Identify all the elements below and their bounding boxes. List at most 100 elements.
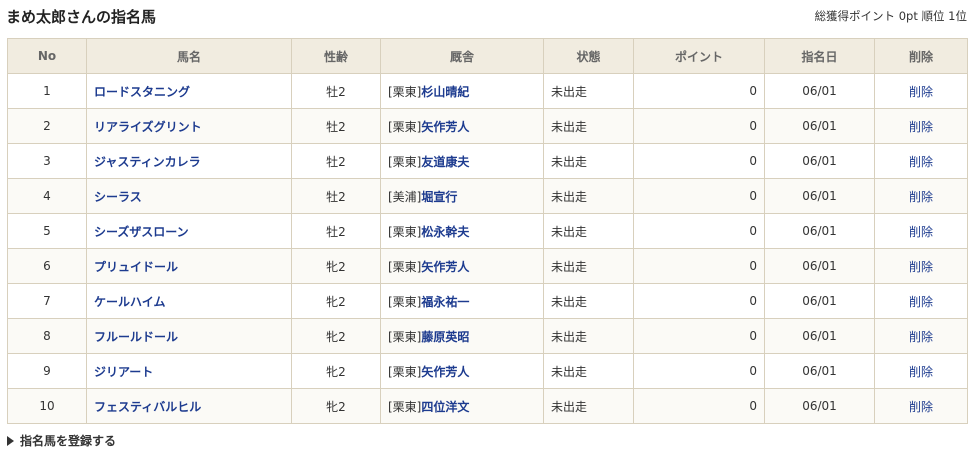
stable-region: [栗東] <box>388 259 422 274</box>
nominate-date: 06/01 <box>764 353 875 389</box>
rank-value: 1位 <box>948 9 967 23</box>
table-row: 7 ケールハイム 牝2 [栗東]福永祐一 未出走 0 06/01 削除 <box>7 283 968 319</box>
delete-link[interactable]: 削除 <box>909 400 933 414</box>
row-number: 9 <box>7 353 87 389</box>
horse-name-cell: ジャスティンカレラ <box>86 143 292 179</box>
status: 未出走 <box>543 388 634 424</box>
page-header: まめ太郎さんの指名馬 総獲得ポイント 0pt 順位 1位 <box>0 0 975 34</box>
trainer-link[interactable]: 四位洋文 <box>421 400 469 414</box>
trainer-link[interactable]: 友道康夫 <box>421 155 469 169</box>
status: 未出走 <box>543 283 634 319</box>
row-number: 5 <box>7 213 87 249</box>
trainer-link[interactable]: 杉山晴紀 <box>421 85 469 99</box>
points: 0 <box>633 143 765 179</box>
delete-cell: 削除 <box>874 283 968 319</box>
stable-region: [美浦] <box>388 189 422 204</box>
horse-name-link[interactable]: ロードスタニング <box>94 85 190 99</box>
delete-link[interactable]: 削除 <box>909 190 933 204</box>
stable-cell: [栗東]友道康夫 <box>380 143 544 179</box>
sex-age: 牡2 <box>291 178 381 214</box>
trainer-link[interactable]: 矢作芳人 <box>421 365 469 379</box>
delete-cell: 削除 <box>874 353 968 389</box>
delete-link[interactable]: 削除 <box>909 365 933 379</box>
horse-name-link[interactable]: ケールハイム <box>94 295 166 309</box>
horse-name-cell: シーラス <box>86 178 292 214</box>
nominate-date: 06/01 <box>764 143 875 179</box>
nominate-date: 06/01 <box>764 178 875 214</box>
points: 0 <box>633 213 765 249</box>
horse-name-link[interactable]: ジリアート <box>94 365 153 379</box>
horse-name-link[interactable]: フェスティバルヒル <box>94 400 201 414</box>
register-nominee-link[interactable]: 指名馬を登録する <box>7 432 116 449</box>
stable-cell: [栗東]杉山晴紀 <box>380 73 544 109</box>
delete-cell: 削除 <box>874 318 968 354</box>
trainer-link[interactable]: 堀宣行 <box>421 190 457 204</box>
stable-cell: [美浦]堀宣行 <box>380 178 544 214</box>
table-row: 2 リアライズグリント 牡2 [栗東]矢作芳人 未出走 0 06/01 削除 <box>7 108 968 144</box>
rank-label: 順位 <box>921 9 945 23</box>
points: 0 <box>633 73 765 109</box>
delete-link[interactable]: 削除 <box>909 225 933 239</box>
row-number: 7 <box>7 283 87 319</box>
trainer-link[interactable]: 松永幹夫 <box>421 225 469 239</box>
delete-link[interactable]: 削除 <box>909 330 933 344</box>
stable-region: [栗東] <box>388 224 422 239</box>
delete-link[interactable]: 削除 <box>909 295 933 309</box>
stable-cell: [栗東]矢作芳人 <box>380 353 544 389</box>
table-header-row: No 馬名 性齢 厩舎 状態 ポイント 指名日 削除 <box>7 38 968 74</box>
stable-region: [栗東] <box>388 84 422 99</box>
table-row: 3 ジャスティンカレラ 牡2 [栗東]友道康夫 未出走 0 06/01 削除 <box>7 143 968 179</box>
nominate-date: 06/01 <box>764 388 875 424</box>
table-row: 8 フルールドール 牝2 [栗東]藤原英昭 未出走 0 06/01 削除 <box>7 318 968 354</box>
column-header-points: ポイント <box>633 38 765 74</box>
horse-name-link[interactable]: シーズザスローン <box>94 225 189 239</box>
points: 0 <box>633 318 765 354</box>
nominee-table: No 馬名 性齢 厩舎 状態 ポイント 指名日 削除 1 ロードスタニング 牡2 [栗… <box>7 38 968 424</box>
column-header-sexage: 性齢 <box>291 38 381 74</box>
column-header-delete: 削除 <box>874 38 968 74</box>
nominate-date: 06/01 <box>764 248 875 284</box>
horse-name-link[interactable]: シーラス <box>94 190 142 204</box>
nominate-date: 06/01 <box>764 213 875 249</box>
horse-name-link[interactable]: リアライズグリント <box>94 120 202 134</box>
sex-age: 牡2 <box>291 108 381 144</box>
table-row: 10 フェスティバルヒル 牝2 [栗東]四位洋文 未出走 0 06/01 削除 <box>7 388 968 424</box>
trainer-link[interactable]: 藤原英昭 <box>421 330 469 344</box>
stable-cell: [栗東]四位洋文 <box>380 388 544 424</box>
trainer-link[interactable]: 矢作芳人 <box>421 120 469 134</box>
total-points-label: 総獲得ポイント <box>814 9 896 23</box>
points: 0 <box>633 248 765 284</box>
horse-name-cell: フェスティバルヒル <box>86 388 292 424</box>
delete-link[interactable]: 削除 <box>909 85 933 99</box>
delete-cell: 削除 <box>874 73 968 109</box>
horse-name-cell: プリュイドール <box>86 248 292 284</box>
delete-link[interactable]: 削除 <box>909 120 933 134</box>
stable-region: [栗東] <box>388 154 422 169</box>
page-title: まめ太郎さんの指名馬 <box>6 8 157 26</box>
table-row: 5 シーズザスローン 牡2 [栗東]松永幹夫 未出走 0 06/01 削除 <box>7 213 968 249</box>
register-nominee-label: 指名馬を登録する <box>20 434 117 448</box>
horse-name-link[interactable]: プリュイドール <box>94 260 178 274</box>
trainer-link[interactable]: 矢作芳人 <box>421 260 469 274</box>
status: 未出走 <box>543 73 634 109</box>
points: 0 <box>633 178 765 214</box>
status: 未出走 <box>543 318 634 354</box>
trainer-link[interactable]: 福永祐一 <box>421 295 469 309</box>
delete-cell: 削除 <box>874 108 968 144</box>
status: 未出走 <box>543 108 634 144</box>
stable-region: [栗東] <box>388 294 422 309</box>
sex-age: 牝2 <box>291 318 381 354</box>
delete-cell: 削除 <box>874 213 968 249</box>
column-header-no: No <box>7 38 87 74</box>
row-number: 3 <box>7 143 87 179</box>
nominate-date: 06/01 <box>764 108 875 144</box>
delete-link[interactable]: 削除 <box>909 260 933 274</box>
horse-name-link[interactable]: ジャスティンカレラ <box>94 155 201 169</box>
table-row: 1 ロードスタニング 牡2 [栗東]杉山晴紀 未出走 0 06/01 削除 <box>7 73 968 109</box>
status: 未出走 <box>543 143 634 179</box>
delete-link[interactable]: 削除 <box>909 155 933 169</box>
stable-cell: [栗東]矢作芳人 <box>380 108 544 144</box>
horse-name-link[interactable]: フルールドール <box>94 330 178 344</box>
points: 0 <box>633 283 765 319</box>
horse-name-cell: ケールハイム <box>86 283 292 319</box>
